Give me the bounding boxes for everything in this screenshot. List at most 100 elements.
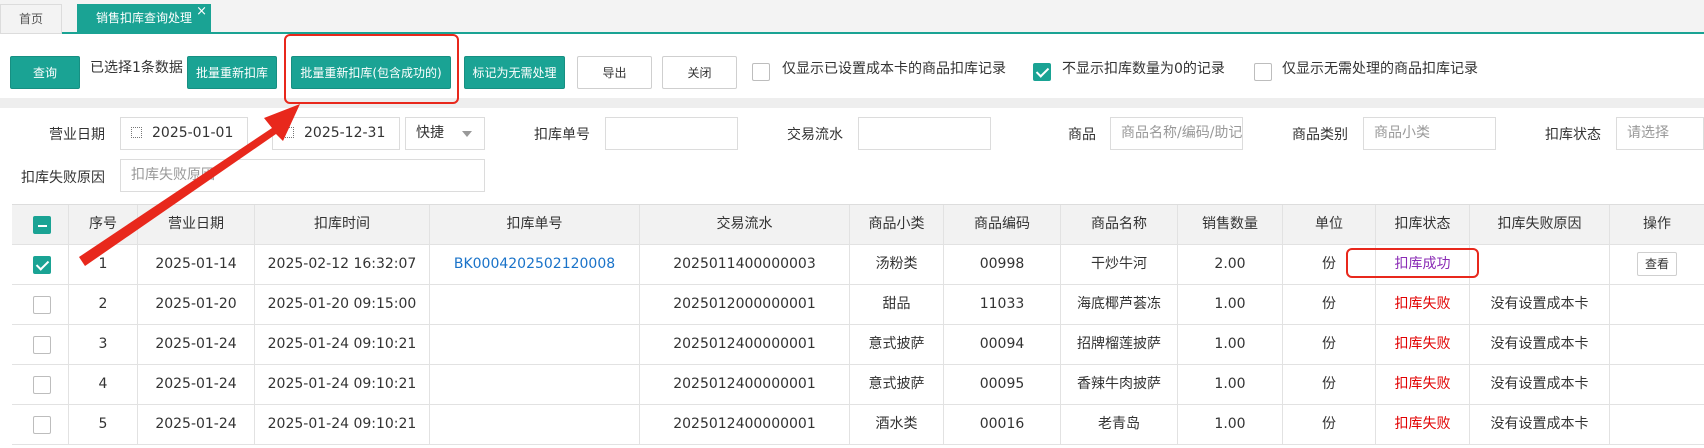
code-value: 00998 [979, 256, 1025, 272]
cell-time: 2025-01-20 09:15:00 [255, 285, 430, 324]
time-value: 2025-01-24 09:10:21 [267, 376, 417, 392]
code-value: 00095 [979, 376, 1025, 392]
hide-zero-checkbox[interactable] [1033, 63, 1051, 81]
qty-value: 1.00 [1214, 296, 1246, 312]
row-select-cell [12, 405, 69, 444]
close-button[interactable]: 关闭 [662, 56, 737, 89]
cell-date: 2025-01-14 [138, 245, 255, 284]
cell-qty: 2.00 [1178, 245, 1283, 284]
reason-value: 没有设置成本卡 [1490, 296, 1589, 312]
tab-sales-deduction[interactable]: 销售扣库查询处理 × [77, 4, 211, 34]
deduct-no-value[interactable]: BK0004202502120008 [454, 256, 615, 272]
cell-reason: 没有设置成本卡 [1470, 405, 1610, 444]
no-process-only-label: 仅显示无需处理的商品扣库记录 [1282, 61, 1478, 77]
name-value: 海底椰芦荟冻 [1077, 296, 1161, 312]
category-value: 甜品 [882, 296, 911, 312]
cell-trade-no: 2025011400000003 [640, 245, 850, 284]
tab-label: 销售扣库查询处理 [95, 11, 192, 25]
cell-qty: 1.00 [1178, 325, 1283, 364]
batch-rededuct-button[interactable]: 批量重新扣库 [187, 56, 277, 89]
cell-status: 扣库失败 [1376, 285, 1470, 324]
header-deduct-time: 扣库时间 [255, 205, 430, 244]
goods-input[interactable]: 商品名称/编码/助记 [1110, 117, 1243, 150]
cell-deduct-no[interactable] [430, 405, 640, 444]
cell-reason: 没有设置成本卡 [1470, 365, 1610, 404]
cell-time: 2025-02-12 16:32:07 [255, 245, 430, 284]
table-row[interactable]: 5 2025-01-24 2025-01-24 09:10:21 2025012400… [12, 405, 1704, 445]
chevron-down-icon [462, 131, 472, 137]
date-value: 2025-01-20 [155, 296, 237, 312]
row-checkbox[interactable] [33, 296, 51, 314]
deduct-no-input[interactable] [605, 117, 738, 150]
name-value: 老青岛 [1098, 416, 1140, 432]
header-biz-date: 营业日期 [138, 205, 255, 244]
tab-home[interactable]: 首页 [0, 4, 62, 34]
row-checkbox[interactable] [33, 336, 51, 354]
cell-deduct-no[interactable] [430, 285, 640, 324]
table-row[interactable]: 3 2025-01-24 2025-01-24 09:10:21 2025012400… [12, 325, 1704, 365]
fail-reason-input[interactable]: 扣库失败原因 [120, 159, 485, 192]
cell-trade-no: 2025012400000001 [640, 365, 850, 404]
name-value: 香辣牛肉披萨 [1077, 376, 1161, 392]
goods-label: 商品 [1068, 127, 1096, 143]
unit-value: 份 [1322, 296, 1336, 312]
header-action: 操作 [1643, 216, 1671, 232]
cell-qty: 1.00 [1178, 285, 1283, 324]
cell-name: 干炒牛河 [1061, 245, 1178, 284]
date-from-input[interactable]: 2025-01-01 [120, 117, 248, 150]
cell-code: 00095 [944, 365, 1061, 404]
unit-value: 份 [1322, 416, 1336, 432]
calendar-icon [131, 127, 142, 138]
row-checkbox[interactable] [33, 416, 51, 434]
cell-deduct-no[interactable] [430, 365, 640, 404]
cell-trade-no: 2025012400000001 [640, 325, 850, 364]
trade-no-label: 交易流水 [787, 127, 843, 143]
category-value: 酒水类 [875, 416, 918, 432]
category-value: 意式披萨 [868, 336, 925, 352]
cell-category: 酒水类 [850, 405, 944, 444]
hide-zero-label: 不显示扣库数量为0的记录 [1062, 61, 1225, 77]
cost-card-only-checkbox[interactable] [752, 63, 770, 81]
seq-value: 1 [98, 256, 108, 272]
select-all-checkbox[interactable] [33, 216, 51, 234]
cell-time: 2025-01-24 09:10:21 [255, 405, 430, 444]
cell-seq: 3 [69, 325, 138, 364]
status-value: 扣库失败 [1394, 376, 1451, 392]
qty-value: 1.00 [1214, 416, 1246, 432]
date-to-input[interactable]: 2025-12-31 [272, 117, 400, 150]
row-checkbox[interactable] [33, 256, 51, 274]
trade-no-input[interactable] [858, 117, 991, 150]
reason-value: 没有设置成本卡 [1490, 416, 1589, 432]
close-icon[interactable]: × [196, 0, 207, 26]
table-row[interactable]: 2 2025-01-20 2025-01-20 09:15:00 2025012000… [12, 285, 1704, 325]
no-process-only-checkbox[interactable] [1254, 63, 1272, 81]
cell-action [1610, 405, 1704, 444]
quick-select[interactable]: 快捷 [405, 117, 485, 150]
category-input[interactable]: 商品小类 [1363, 117, 1496, 150]
status-select[interactable]: 请选择 [1616, 117, 1704, 150]
query-button[interactable]: 查询 [10, 56, 80, 89]
mark-no-process-button[interactable]: 标记为无需处理 [464, 56, 565, 89]
cell-deduct-no[interactable] [430, 325, 640, 364]
category-value: 意式披萨 [868, 376, 925, 392]
code-value: 11033 [979, 296, 1025, 312]
row-checkbox[interactable] [33, 376, 51, 394]
cell-trade-no: 2025012000000001 [640, 285, 850, 324]
view-button[interactable]: 查看 [1636, 252, 1677, 276]
header-category: 商品小类 [850, 205, 944, 244]
cell-date: 2025-01-20 [138, 285, 255, 324]
cell-deduct-no[interactable]: BK0004202502120008 [430, 245, 640, 284]
cell-seq: 5 [69, 405, 138, 444]
table-row[interactable]: 4 2025-01-24 2025-01-24 09:10:21 2025012400… [12, 365, 1704, 405]
results-table: 序号 营业日期 扣库时间 扣库单号 交易流水 商品小类 商品编码 商品名称 销售… [12, 204, 1704, 445]
annotation-highlight-button [284, 34, 459, 104]
header-deduct-no: 扣库单号 [430, 205, 640, 244]
unit-value: 份 [1322, 376, 1336, 392]
cell-code: 11033 [944, 285, 1061, 324]
trade-no-value: 2025012400000001 [673, 336, 816, 352]
divider [0, 98, 1704, 108]
cell-category: 汤粉类 [850, 245, 944, 284]
cell-category: 意式披萨 [850, 365, 944, 404]
cell-name: 招牌榴莲披萨 [1061, 325, 1178, 364]
export-button[interactable]: 导出 [577, 56, 652, 89]
